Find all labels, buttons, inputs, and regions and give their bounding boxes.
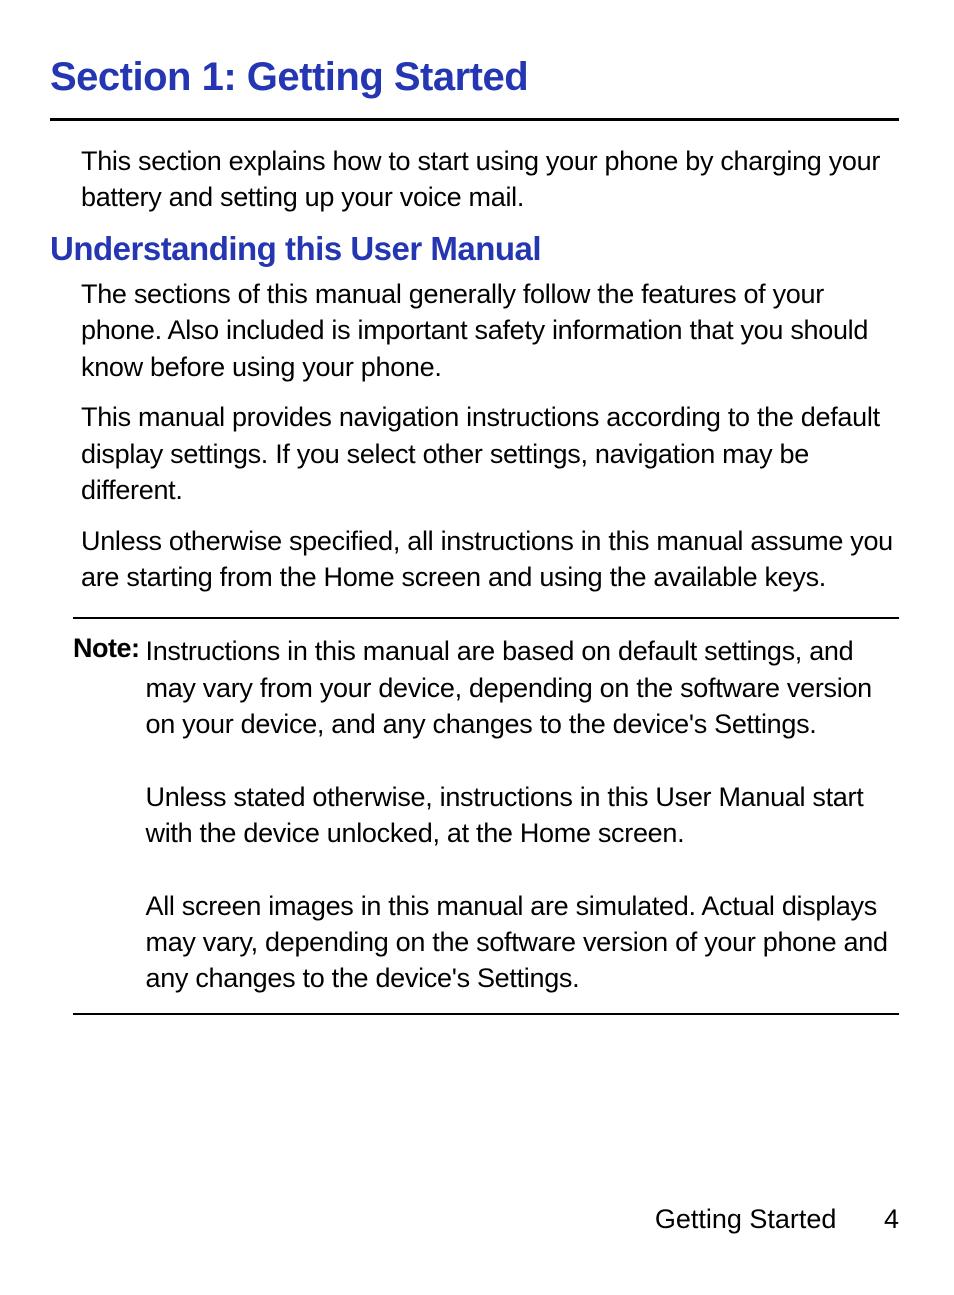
page-footer: Getting Started 4	[655, 1204, 899, 1235]
body-paragraph: The sections of this manual generally fo…	[81, 276, 899, 385]
subsection-title: Understanding this User Manual	[50, 230, 899, 268]
body-paragraph: This manual provides navigation instruct…	[81, 399, 899, 508]
page-number: 4	[884, 1204, 899, 1234]
body-paragraph: Unless otherwise specified, all instruct…	[81, 523, 899, 596]
section-title: Section 1: Getting Started	[50, 55, 899, 121]
note-paragraph: All screen images in this manual are sim…	[146, 888, 900, 997]
note-paragraph: Instructions in this manual are based on…	[146, 633, 900, 742]
note-paragraph: Unless stated otherwise, instructions in…	[146, 779, 900, 852]
note-content: Instructions in this manual are based on…	[146, 633, 900, 1001]
section-intro: This section explains how to start using…	[81, 143, 899, 216]
note-label: Note:	[73, 633, 140, 664]
note-block: Note: Instructions in this manual are ba…	[73, 617, 899, 1015]
footer-label: Getting Started	[655, 1204, 837, 1234]
